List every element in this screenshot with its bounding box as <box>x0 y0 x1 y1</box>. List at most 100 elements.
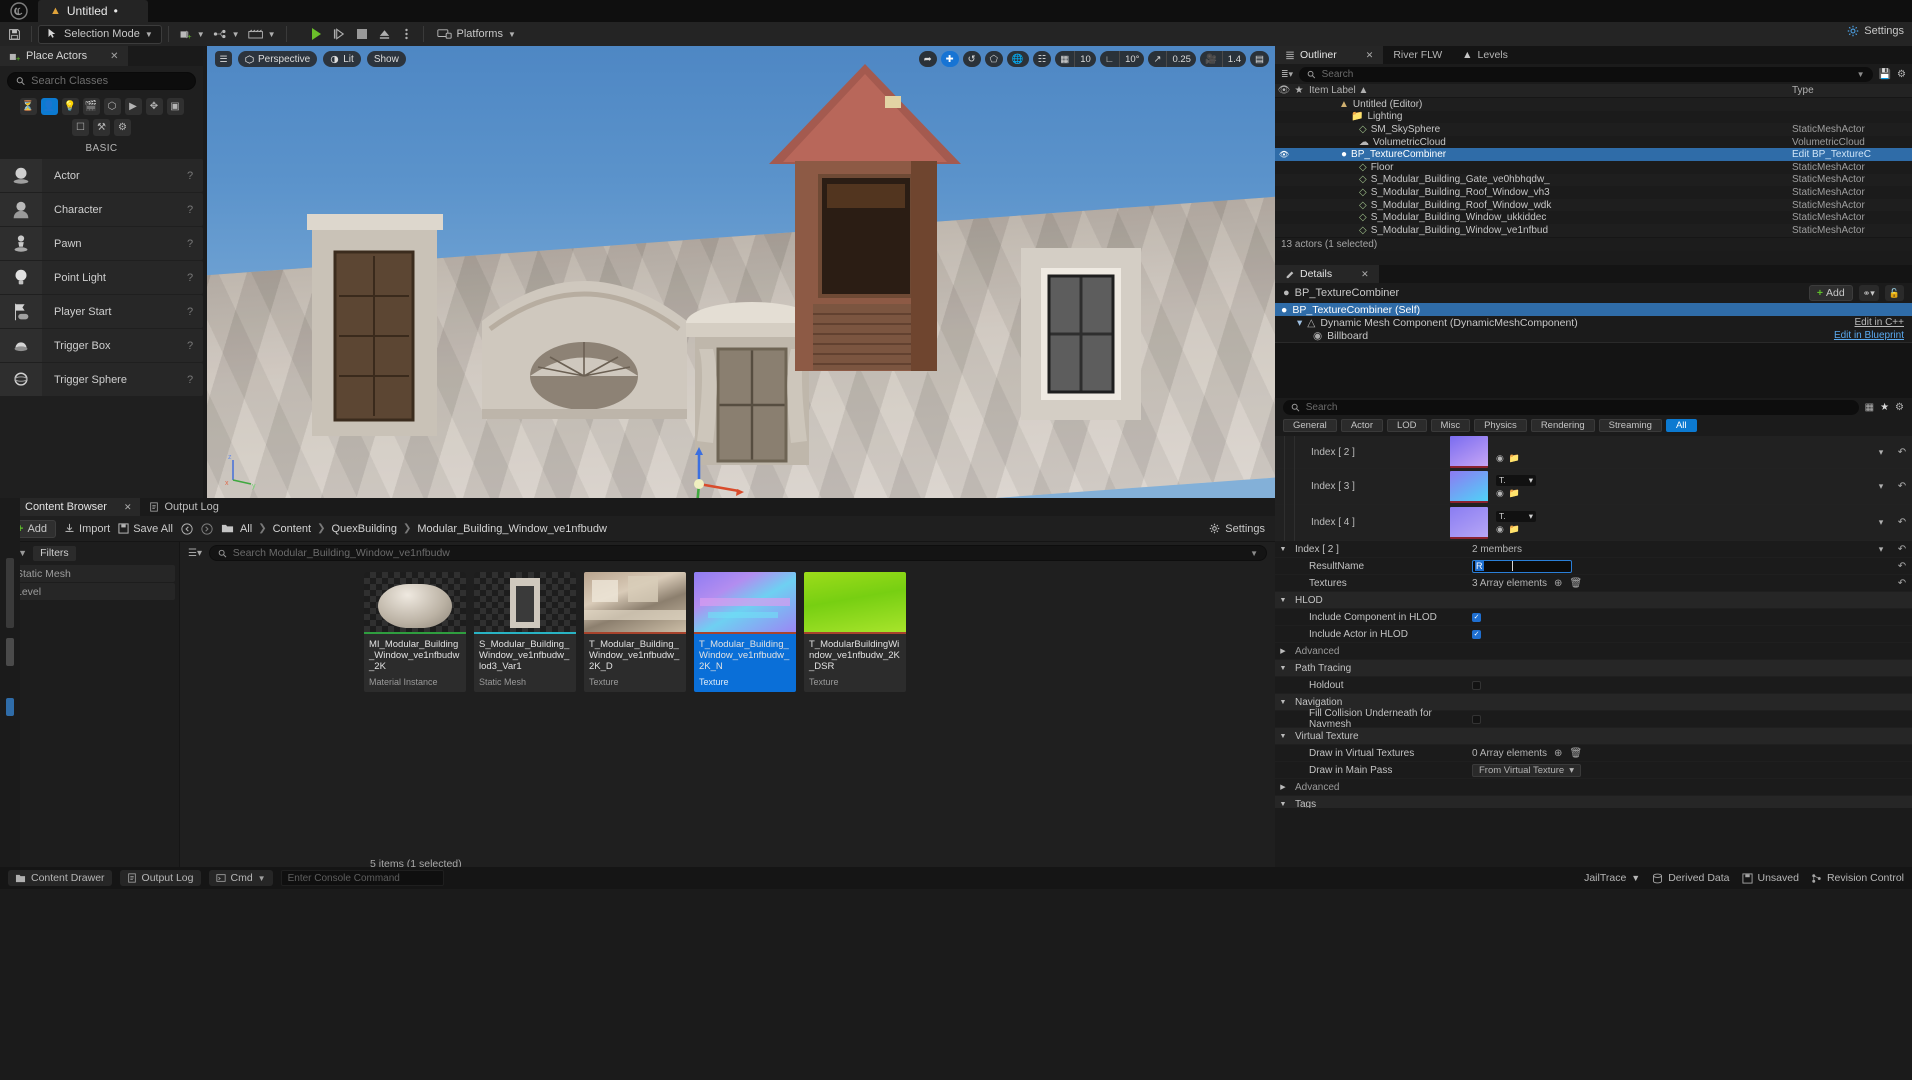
scale-snap-icon[interactable]: ↗ <box>1148 51 1166 67</box>
filter-chip-actor[interactable]: Actor <box>1340 419 1383 432</box>
camera-speed-icon[interactable]: 🎥 <box>1200 51 1222 67</box>
viewport-perspective-dropdown[interactable]: Perspective <box>238 51 318 67</box>
nav-forward-icon[interactable] <box>201 522 213 535</box>
property-subsection-advanced-vt[interactable]: ▶ Advanced <box>1275 779 1912 796</box>
angle-snap-group[interactable]: ∟ 10° <box>1099 51 1145 67</box>
property-row-index2-group[interactable]: ▼ Index [ 2 ] 2 members ▾ ↶ <box>1275 541 1912 558</box>
property-row-draw-virtual-textures[interactable]: Draw in Virtual Textures 0 Array element… <box>1275 745 1912 762</box>
place-actors-search[interactable] <box>7 72 196 90</box>
filter-chip-physics[interactable]: Physics <box>1474 419 1527 432</box>
chevron-down-icon-navigation[interactable]: ▼ <box>1275 699 1291 706</box>
browse-to-asset-icon-2[interactable]: ◉ <box>1496 453 1504 464</box>
asset-tile-static-mesh[interactable]: S_Modular_Building_Window_ve1nfbudw_lod3… <box>474 572 576 692</box>
property-section-hlod[interactable]: ▼ HLOD <box>1275 592 1912 609</box>
add-array-element-icon-vt[interactable]: ⊕ <box>1554 748 1562 759</box>
property-subsection-advanced-hlod[interactable]: ▶ Advanced <box>1275 643 1912 660</box>
row-visibility-4[interactable]: 👁 <box>1275 150 1293 159</box>
scrollbar-handle-3[interactable] <box>6 698 14 716</box>
chevron-right-icon-advanced-hlod[interactable]: ▶ <box>1275 647 1291 655</box>
index-revert-4[interactable]: ↶ <box>1892 517 1912 528</box>
cmd-dropdown[interactable]: Cmd ▼ <box>208 870 273 886</box>
details-add-component-button[interactable]: + Add <box>1808 285 1853 301</box>
use-selected-asset-icon-4[interactable]: 📁 <box>1509 524 1520 535</box>
category-geometry-icon[interactable]: ▶ <box>124 98 142 115</box>
outliner-row-9[interactable]: ◇ S_Modular_Building_Window_ukkiddec Stat… <box>1275 211 1912 224</box>
angle-snap-value[interactable]: 10° <box>1119 51 1144 67</box>
chevron-right-icon-advanced-vt[interactable]: ▶ <box>1275 783 1291 791</box>
transform-gizmo[interactable] <box>677 444 747 498</box>
blueprints-button[interactable]: ▼ <box>209 24 244 44</box>
scale-tool-icon[interactable]: ⬠ <box>984 51 1003 67</box>
property-section-path-tracing[interactable]: ▼ Path Tracing <box>1275 660 1912 677</box>
actor-item-character[interactable]: Character ? <box>0 193 203 226</box>
index-chevron-4[interactable]: ▾ <box>1870 517 1892 528</box>
filter-chip-rendering[interactable]: Rendering <box>1530 419 1595 432</box>
category-recent-icon[interactable]: ⏳ <box>19 98 37 115</box>
chevron-down-icon-hlod[interactable]: ▼ <box>1275 597 1291 604</box>
column-item-label[interactable]: Item Label ▲ <box>1305 85 1792 96</box>
level-viewport[interactable]: ☰ Perspective Lit Show ➦ ✚ ↺ ⬠ 🌐 ☷ ▦ 10 <box>207 46 1275 498</box>
nav-back-icon[interactable] <box>181 522 193 535</box>
category-volumes-icon[interactable]: ✥ <box>145 98 163 115</box>
surface-snap-icon[interactable]: ☷ <box>1032 51 1052 67</box>
scrollbar-handle-1[interactable] <box>6 558 14 628</box>
selection-mode-dropdown[interactable]: Selection Mode ▼ <box>38 24 162 44</box>
filter-item-level[interactable]: Level <box>4 583 175 600</box>
asset-search-input[interactable] <box>232 547 1245 559</box>
actor-item-badge-1[interactable]: ? <box>177 204 203 216</box>
chevron-down-icon-index2[interactable]: ▼ <box>1275 546 1291 553</box>
project-tab[interactable]: ▲ Untitled • <box>38 0 148 22</box>
console-command-input[interactable]: Enter Console Command <box>280 870 444 886</box>
revert-icon-resultname[interactable]: ↶ <box>1892 561 1912 572</box>
index-thumbnail-3[interactable] <box>1450 470 1488 503</box>
filters-label[interactable]: Filters <box>33 545 76 561</box>
stop-button[interactable] <box>352 24 372 44</box>
property-row-resultname[interactable]: ResultName R ↶ <box>1275 558 1912 575</box>
angle-snap-icon[interactable]: ∟ <box>1100 51 1119 67</box>
viewport-lit-dropdown[interactable]: Lit <box>323 51 361 67</box>
index-dropdown-3[interactable]: T. ▾ <box>1496 474 1536 486</box>
breadcrumb-current-folder[interactable]: Modular_Building_Window_ve1nfbudw <box>417 523 607 535</box>
breadcrumb-all[interactable]: All <box>240 523 252 535</box>
asset-tile-texture-dsr[interactable]: T_ModularBuildingWindow_ve1nfbudw_2K_DSR… <box>804 572 906 692</box>
outliner-row-8[interactable]: ◇ S_Modular_Building_Roof_Window_wdk Stat… <box>1275 198 1912 212</box>
close-icon[interactable]: ✕ <box>110 51 118 62</box>
viewport-menu-icon[interactable]: ☰ <box>215 51 232 67</box>
filter-chip-general[interactable]: General <box>1283 419 1337 432</box>
select-tool-icon[interactable]: ➦ <box>918 51 937 67</box>
tab-outliner[interactable]: Outliner ✕ <box>1275 46 1384 64</box>
edit-in-blueprint-link[interactable]: Edit in Blueprint <box>1834 330 1912 341</box>
eject-button[interactable] <box>374 24 395 44</box>
close-icon-content-browser[interactable]: ✕ <box>124 502 132 513</box>
actor-item-pawn[interactable]: Pawn ? <box>0 227 203 260</box>
details-property-list[interactable]: Index [ 2 ] ◉ 📁 ▾ ↶ Index [ 3 ] T. ▾ ◉ 📁… <box>1275 436 1912 808</box>
use-selected-asset-icon-2[interactable]: 📁 <box>1509 453 1520 464</box>
tab-details[interactable]: Details ✕ <box>1275 265 1379 283</box>
details-search-input[interactable] <box>1305 402 1851 413</box>
index-thumbnail-4[interactable] <box>1450 506 1488 539</box>
settings-button[interactable]: Settings <box>1847 25 1904 37</box>
property-row-draw-main-pass[interactable]: Draw in Main Pass From Virtual Texture ▾ <box>1275 762 1912 779</box>
grid-snap-icon[interactable]: ▦ <box>1055 51 1074 67</box>
outliner-row-6[interactable]: ◇ S_Modular_Building_Gate_ve0hbhqdw_ Stat… <box>1275 173 1912 187</box>
tab-levels[interactable]: ▲ Levels <box>1452 46 1518 64</box>
filter-chip-misc[interactable]: Misc <box>1430 419 1471 432</box>
details-blueprint-options-button[interactable]: ⚭▾ <box>1858 285 1879 301</box>
outliner-search-input[interactable] <box>1321 68 1851 80</box>
platforms-button[interactable]: Platforms ▼ <box>430 25 523 44</box>
category-lights-icon[interactable]: 💡 <box>61 98 79 115</box>
checkbox-holdout[interactable] <box>1472 680 1481 690</box>
world-coords-icon[interactable]: 🌐 <box>1006 51 1029 67</box>
outliner-row-7[interactable]: ◇ S_Modular_Building_Roof_Window_vh3 Stat… <box>1275 186 1912 199</box>
property-row-textures[interactable]: Textures 3 Array elements ⊕ 🗑 ↶ <box>1275 575 1912 592</box>
component-row-dynamic-mesh[interactable]: ▾ △ Dynamic Mesh Component (DynamicMeshC… <box>1275 316 1912 329</box>
tab-output-log[interactable]: Output Log <box>140 498 227 516</box>
outliner-search-box[interactable]: ▼ <box>1299 66 1873 82</box>
category-visual-effects-icon[interactable]: ⬡ <box>103 98 121 115</box>
actor-item-badge-2[interactable]: ? <box>177 238 203 250</box>
index-chevron-2[interactable]: ▾ <box>1870 447 1892 458</box>
resultname-text-input[interactable]: R <box>1472 559 1572 573</box>
column-visibility-icon[interactable]: 👁 <box>1275 85 1293 96</box>
index-row-2[interactable]: Index [ 2 ] ◉ 📁 ▾ ↶ <box>1275 436 1912 470</box>
asset-tile-texture-d[interactable]: T_Modular_Building_Window_ve1nfbudw_2K_D… <box>584 572 686 692</box>
